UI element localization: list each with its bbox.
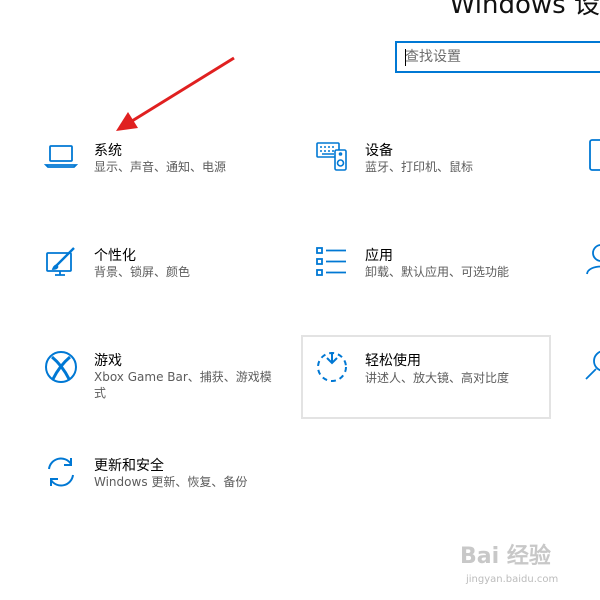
category-description: 背景、锁屏、颜色 xyxy=(94,265,191,279)
text-caret xyxy=(405,49,406,66)
category-title: 系统 xyxy=(94,143,122,159)
laptop-icon xyxy=(44,140,78,174)
category-description: 蓝牙、打印机、鼠标 xyxy=(365,160,474,174)
search-icon[interactable] xyxy=(584,348,600,382)
category-description: 卸载、默认应用、可选功能 xyxy=(365,265,510,279)
category-title: 游戏 xyxy=(94,353,122,369)
update-icon xyxy=(44,455,78,489)
category-apps[interactable]: 应用 卸载、默认应用、可选功能 xyxy=(315,245,565,325)
search-box[interactable] xyxy=(395,41,600,73)
category-title: 更新和安全 xyxy=(94,458,164,474)
devices-icon xyxy=(315,140,349,174)
phone-icon[interactable] xyxy=(584,138,600,172)
category-title: 轻松使用 xyxy=(365,353,421,369)
watermark: Bai 经验 jingyan.baidu.com xyxy=(460,530,600,600)
category-system[interactable]: 系统 显示、声音、通知、电源 xyxy=(44,140,294,220)
category-gaming[interactable]: 游戏 Xbox Game Bar、捕获、游戏模式 xyxy=(44,350,294,430)
watermark-logo: Bai 经验 xyxy=(460,544,551,569)
ease-of-access-icon xyxy=(315,350,349,384)
category-title: 应用 xyxy=(365,248,393,264)
category-description: Xbox Game Bar、捕获、游戏模式 xyxy=(94,370,272,400)
category-title: 设备 xyxy=(365,143,393,159)
category-personalization[interactable]: 个性化 背景、锁屏、颜色 xyxy=(44,245,294,325)
xbox-icon xyxy=(44,350,78,384)
apps-icon xyxy=(315,245,349,279)
category-description: Windows 更新、恢复、备份 xyxy=(94,475,248,489)
category-description: 显示、声音、通知、电源 xyxy=(94,160,227,174)
personalization-icon xyxy=(44,245,78,279)
category-title: 个性化 xyxy=(94,248,136,264)
category-description: 讲述人、放大镜、高对比度 xyxy=(365,371,510,385)
category-update-security[interactable]: 更新和安全 Windows 更新、恢复、备份 xyxy=(44,455,294,535)
category-ease-of-access[interactable]: 轻松使用 讲述人、放大镜、高对比度 xyxy=(301,335,551,419)
accounts-icon[interactable] xyxy=(584,242,600,276)
category-devices[interactable]: 设备 蓝牙、打印机、鼠标 xyxy=(315,140,565,220)
watermark-url: jingyan.baidu.com xyxy=(466,574,559,585)
window-title: Windows 设 xyxy=(449,0,600,20)
search-input[interactable] xyxy=(397,43,600,71)
